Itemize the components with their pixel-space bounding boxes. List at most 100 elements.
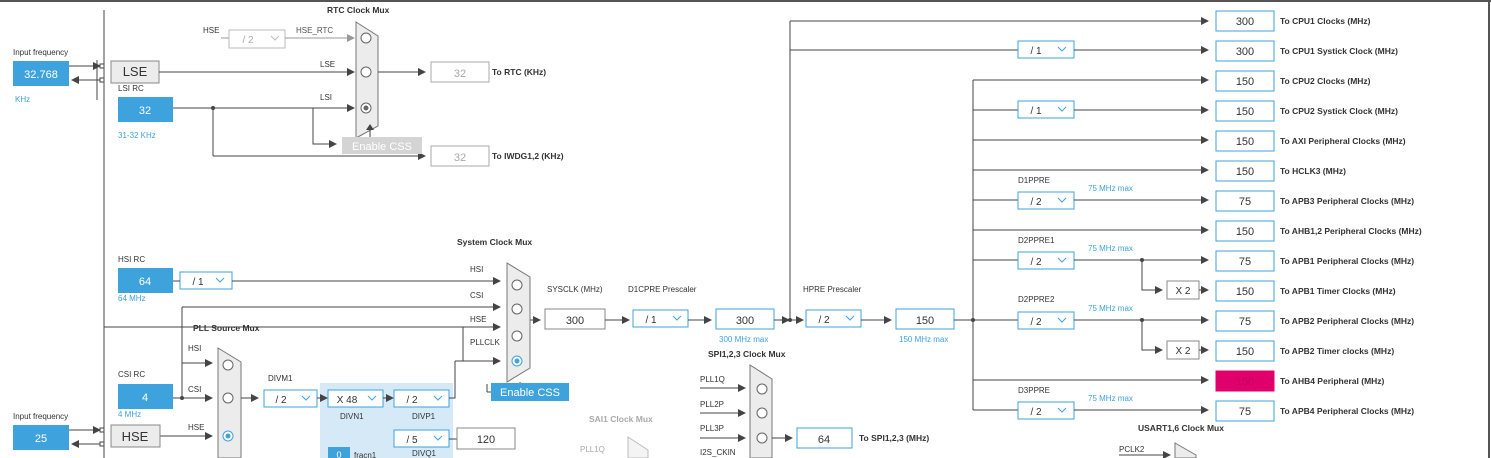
divq1-select[interactable]: / 5 <box>393 429 450 448</box>
svg-text:300: 300 <box>736 315 754 327</box>
rtc-hse-rtc-label: HSE_RTC <box>296 26 333 35</box>
fracn1-label: fracn1 <box>354 451 377 458</box>
output-value: 75 <box>1239 196 1251 208</box>
output-value: 150 <box>1236 76 1254 88</box>
spi-clock-mux[interactable] <box>749 364 773 458</box>
rtc-clock-mux[interactable] <box>355 21 379 139</box>
hsi-sub: 64 MHz <box>118 294 146 303</box>
usart-pclk2-label: PCLK2 <box>1119 445 1145 454</box>
iwdg-output-label: To IWDG1,2 (KHz) <box>492 151 564 161</box>
output-row: 150 To APB2 Timer clocks (MHz) <box>1215 340 1394 362</box>
cpu1-systick-divider-select[interactable]: / 1 <box>1017 40 1075 59</box>
svg-text:25: 25 <box>35 433 47 445</box>
d2ppre2-max: 75 MHz max <box>1088 304 1133 313</box>
rtc-hse-divider-select[interactable]: / 2 <box>228 29 286 49</box>
spi-output-value: 64 <box>796 427 853 449</box>
hse-frequency-input[interactable]: 25 <box>13 425 69 450</box>
output-value: 75 <box>1239 406 1251 418</box>
divp1-label: DIVP1 <box>412 412 436 421</box>
hsi-value: 64 <box>118 268 173 293</box>
output-value: 150 <box>1236 376 1254 388</box>
svg-text:32: 32 <box>454 68 466 80</box>
output-value: 75 <box>1239 316 1251 328</box>
sysmux-pllclk-label: PLLCLK <box>470 338 500 347</box>
lsi-range: 31-32 KHz <box>118 131 156 140</box>
spi-i2s-label: I2S_CKIN <box>700 448 736 457</box>
sysmux-csi-label: CSI <box>470 291 483 300</box>
output-label: To APB2 Peripheral Clocks (MHz) <box>1280 316 1414 326</box>
output-label: To CPU2 Systick Clock (MHz) <box>1280 106 1398 116</box>
rtc-output-label: To RTC (KHz) <box>492 67 546 77</box>
output-label: To APB1 Timer Clocks (MHz) <box>1280 286 1396 296</box>
lsi-value: 32 <box>118 97 173 122</box>
spi-pll1q-label: PLL1Q <box>700 375 725 384</box>
output-row: 75 To APB3 Peripheral Clocks (MHz) <box>1215 190 1414 212</box>
hse-oscillator[interactable]: HSE <box>110 424 161 448</box>
output-value: 150 <box>1236 226 1254 238</box>
svg-text:LSE: LSE <box>123 64 148 79</box>
svg-text:150: 150 <box>916 315 934 327</box>
output-value: 300 <box>1236 16 1254 28</box>
output-label: To APB4 Peripheral Clocks (MHz) <box>1280 406 1414 416</box>
d2ppre1-divider-select[interactable]: / 2 <box>1017 251 1075 270</box>
pll-hse-label: HSE <box>188 423 204 432</box>
svg-text:64: 64 <box>818 434 830 446</box>
system-clock-mux[interactable] <box>506 262 531 383</box>
svg-text:32.768: 32.768 <box>24 69 58 81</box>
d3ppre-label: D3PPRE <box>1018 386 1050 395</box>
rtc-enable-css-button[interactable]: Enable CSS <box>342 137 422 154</box>
hpre-divider-select[interactable]: / 2 <box>805 309 862 328</box>
d1ppre-divider-select[interactable]: / 2 <box>1017 191 1075 210</box>
iwdg-output-value: 32 <box>430 145 490 167</box>
svg-text:/ 2: / 2 <box>1030 407 1042 418</box>
sai-clock-mux[interactable] <box>627 436 649 458</box>
svg-text:4: 4 <box>142 392 148 404</box>
pll-source-mux[interactable] <box>217 347 242 458</box>
cpu2-systick-divider-select[interactable]: / 1 <box>1017 100 1075 119</box>
svg-text:/ 2: / 2 <box>1030 197 1042 208</box>
sysclk-label: SYSCLK (MHz) <box>547 285 603 294</box>
usart-clock-mux[interactable] <box>1174 442 1197 458</box>
svg-text:300: 300 <box>566 315 584 327</box>
output-label: To HCLK3 (MHz) <box>1280 166 1346 176</box>
output-row: 150 To HCLK3 (MHz) <box>1215 160 1346 182</box>
fracn1-input[interactable]: 0 <box>328 447 350 458</box>
pll-q-value: 120 <box>456 427 516 450</box>
d3ppre-divider-select[interactable]: / 2 <box>1017 401 1075 420</box>
hpre-max: 150 MHz max <box>899 335 948 344</box>
usart-mux-title: USART1,6 Clock Mux <box>1138 423 1224 433</box>
output-label: To CPU2 Clocks (MHz) <box>1280 76 1371 86</box>
output-row: 150 To APB1 Timer Clocks (MHz) <box>1215 280 1396 302</box>
csi-value: 4 <box>118 384 173 409</box>
pll-hsi-label: HSI <box>188 344 201 353</box>
svg-text:/ 2: / 2 <box>406 395 418 406</box>
divn1-select[interactable]: X 48 <box>327 389 384 408</box>
svg-text:/ 2: / 2 <box>1030 317 1042 328</box>
divm1-select[interactable]: / 2 <box>263 389 318 408</box>
output-value: 150 <box>1236 136 1254 148</box>
d1cpre-label: D1CPRE Prescaler <box>628 285 697 294</box>
sysmux-title: System Clock Mux <box>457 237 532 247</box>
d3ppre-max: 75 MHz max <box>1088 394 1133 403</box>
hsi-divider-select[interactable]: / 1 <box>179 271 233 290</box>
divp1-select[interactable]: / 2 <box>393 389 450 408</box>
lse-frequency-input[interactable]: 32.768 <box>13 61 69 86</box>
sysmux-enable-css-button[interactable]: Enable CSS <box>491 383 569 401</box>
svg-text:X 2: X 2 <box>1175 346 1190 357</box>
output-value: 300 <box>1236 46 1254 58</box>
d1ppre-label: D1PPRE <box>1018 176 1050 185</box>
rtc-output-value: 32 <box>430 61 490 83</box>
spi-pll3p-label: PLL3P <box>700 424 724 433</box>
svg-text:X 48: X 48 <box>337 395 358 406</box>
spi-mux-title: SPI1,2,3 Clock Mux <box>708 349 786 359</box>
sysmux-hsi-label: HSI <box>470 265 483 274</box>
output-value: 150 <box>1236 346 1254 358</box>
d2ppre1-label: D2PPRE1 <box>1018 236 1055 245</box>
d2ppre1-max: 75 MHz max <box>1088 244 1133 253</box>
d1cpre-max: 300 MHz max <box>719 335 768 344</box>
lse-oscillator[interactable]: LSE <box>110 60 160 84</box>
d1cpre-divider-select[interactable]: / 1 <box>632 309 689 328</box>
d2ppre2-divider-select[interactable]: / 2 <box>1017 311 1075 330</box>
svg-text:120: 120 <box>477 434 495 446</box>
pll-csi-label: CSI <box>188 385 201 394</box>
